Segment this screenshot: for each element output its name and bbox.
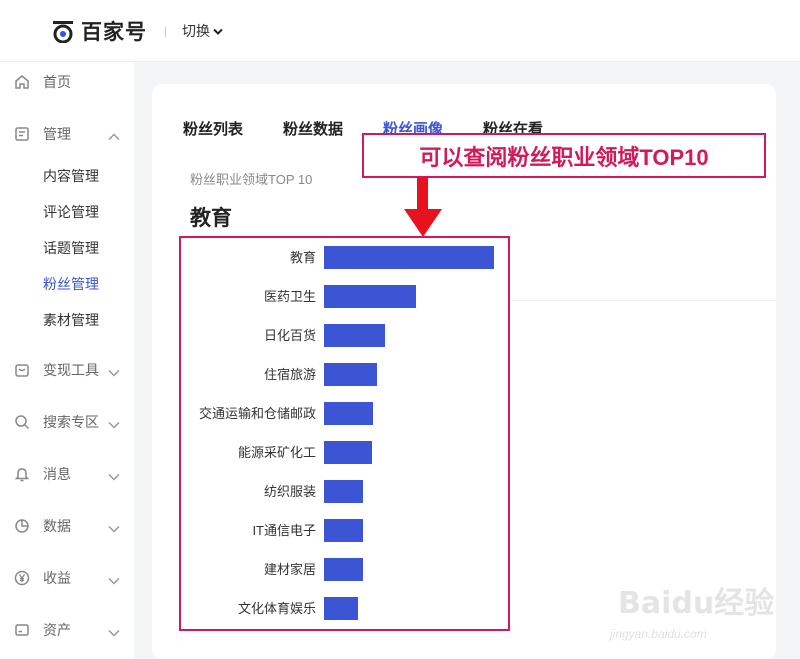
- sidebar-item-earnings[interactable]: 收益: [14, 566, 126, 590]
- sidebar-item-label: 搜索专区: [43, 414, 99, 430]
- home-icon: [14, 74, 30, 90]
- chevron-down-icon: [213, 23, 223, 39]
- switch-label: 切换: [182, 23, 210, 39]
- watermark-logo-text: Baidu经验: [618, 586, 775, 621]
- chevron-up-icon: [108, 128, 120, 144]
- sidebar-sub-comments[interactable]: 评论管理: [43, 202, 99, 222]
- sidebar-sub-content[interactable]: 内容管理: [43, 166, 99, 186]
- sidebar-item-manage[interactable]: 管理: [14, 122, 126, 146]
- bell-icon: [14, 466, 30, 482]
- sidebar-item-label: 管理: [43, 126, 71, 142]
- logo-icon: [52, 19, 74, 44]
- sidebar-item-messages[interactable]: 消息: [14, 462, 126, 486]
- sidebar-item-label: 资产: [43, 622, 71, 638]
- document-icon: [14, 126, 30, 142]
- sidebar-sub-materials[interactable]: 素材管理: [43, 310, 99, 330]
- sidebar-item-monetize[interactable]: 变现工具: [14, 358, 126, 382]
- chevron-down-icon: [108, 416, 120, 432]
- top-field-value: 教育: [190, 207, 232, 230]
- arrow-down-icon: [404, 177, 442, 237]
- top-bar: 百家号 切换: [0, 0, 800, 62]
- sidebar-item-label: 消息: [43, 466, 71, 482]
- watermark: Baidu经验 jingyan.baidu.com: [610, 572, 790, 652]
- chevron-down-icon: [108, 520, 120, 536]
- chevron-down-icon: [108, 468, 120, 484]
- pie-chart-icon: [14, 518, 30, 534]
- card-icon: [14, 622, 30, 638]
- header-divider: [165, 27, 166, 37]
- section-title: 粉丝职业领域TOP 10: [190, 172, 313, 187]
- watermark-url: jingyan.baidu.com: [610, 627, 707, 641]
- logo[interactable]: 百家号: [52, 18, 147, 44]
- sidebar-item-label: 数据: [43, 518, 71, 534]
- yen-icon: [14, 570, 30, 586]
- annotation-callout: 可以查阅粉丝职业领域TOP10: [362, 133, 766, 178]
- chevron-down-icon: [108, 624, 120, 640]
- tab-fans-list[interactable]: 粉丝列表: [183, 118, 243, 139]
- search-icon: [14, 414, 30, 430]
- chevron-down-icon: [108, 364, 120, 380]
- tab-fans-data[interactable]: 粉丝数据: [283, 118, 343, 139]
- wallet-icon: [14, 362, 30, 378]
- divider: [510, 300, 776, 301]
- sidebar-item-label: 收益: [43, 570, 71, 586]
- switch-button[interactable]: 切换: [182, 21, 223, 41]
- sidebar-item-home[interactable]: 首页: [14, 70, 126, 94]
- sidebar-item-assets[interactable]: 资产: [14, 618, 126, 642]
- sidebar-sub-fans[interactable]: 粉丝管理: [43, 274, 99, 294]
- chevron-down-icon: [108, 572, 120, 588]
- logo-text: 百家号: [81, 20, 147, 44]
- sidebar-item-label: 变现工具: [43, 362, 99, 378]
- sidebar-item-search[interactable]: 搜索专区: [14, 410, 126, 434]
- sidebar-sub-topics[interactable]: 话题管理: [43, 238, 99, 258]
- sidebar-item-label: 首页: [43, 74, 71, 90]
- sidebar-item-data[interactable]: 数据: [14, 514, 126, 538]
- chart-highlight-box: [179, 236, 510, 631]
